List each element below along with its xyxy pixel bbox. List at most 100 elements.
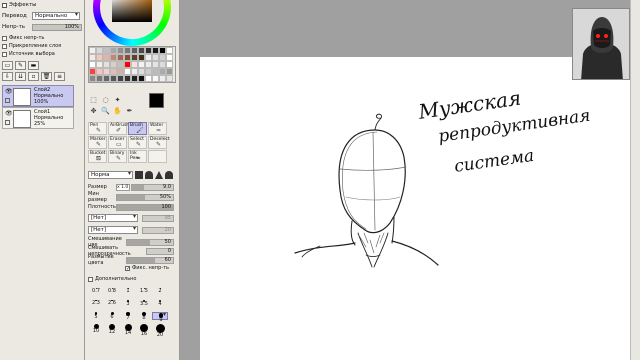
color-swatch[interactable] [103,75,110,82]
color-swatch[interactable] [159,54,166,61]
delete-layer-icon[interactable]: 🗑 [41,72,52,81]
brush-marker[interactable]: Marker ✎ [88,136,107,149]
opacity-slider[interactable]: 100% [32,23,82,31]
clear-layer-icon[interactable]: ▫ [28,72,39,81]
shape-square-icon[interactable] [135,171,143,179]
lock-icon[interactable] [5,98,10,103]
color-swatch[interactable] [117,61,124,68]
effects-header[interactable]: Эффекты [2,1,37,9]
magic-wand-icon[interactable]: ✦ [112,95,123,105]
color-swatch[interactable] [110,75,117,82]
layer-item[interactable]: 👁 Слой2 Нормально 100% [2,85,74,107]
brush-size-preset[interactable]: 1 [120,288,136,300]
color-swatch[interactable] [103,61,110,68]
brush-brush[interactable]: Brush 🖌 [128,122,147,135]
brush-bucket[interactable]: Bucket ⛾ [88,150,107,163]
texture2-select[interactable]: [Нет] [88,226,138,234]
color-swatch[interactable] [152,47,159,54]
brush-deselect[interactable]: Deselect ✎ [148,136,170,149]
min-size-slider[interactable]: 50% [116,193,174,201]
texture1-select[interactable]: [Нет] [88,214,138,222]
color-swatch[interactable] [131,75,138,82]
color-swatch[interactable] [159,75,166,82]
checkbox-icon[interactable] [2,51,7,57]
brush-size-preset[interactable]: 2.6 [104,300,120,312]
brush-binary[interactable]: Binary ✎ [108,150,127,163]
checkbox-icon[interactable] [2,35,7,41]
color-swatch[interactable] [138,54,145,61]
size-slider[interactable]: 9.0 [131,183,174,191]
color-swatch[interactable] [131,61,138,68]
move-icon[interactable]: ✥ [88,106,99,116]
color-swatch[interactable] [117,75,124,82]
color-swatch[interactable] [124,68,131,75]
color-swatch[interactable] [89,75,96,82]
color-swatch[interactable] [103,68,110,75]
advanced-toggle[interactable]: Дополнительно [88,276,136,282]
brush-size-preset[interactable]: 6 [104,312,120,324]
checkbox-icon[interactable] [2,43,7,49]
color-swatch[interactable] [124,75,131,82]
color-swatch[interactable] [117,54,124,61]
new-linework-icon[interactable]: ✎ [15,61,26,70]
brush-size-preset[interactable]: 0.7 [88,288,104,300]
color-swatch[interactable] [166,75,173,82]
color-swatch[interactable] [166,54,173,61]
brush-pen[interactable]: Pen ✎ [88,122,107,135]
brush-airbrush[interactable]: AirBrush ✐ [108,122,129,135]
blur-slider[interactable]: 60 [126,256,174,264]
color-swatch[interactable] [159,68,166,75]
color-swatch[interactable] [145,54,152,61]
dilute-slider[interactable]: 0 [146,247,174,255]
brush-mode-select[interactable]: Норма [88,171,133,179]
color-swatch[interactable] [96,75,103,82]
color-swatch[interactable] [145,47,152,54]
brush-size-preset[interactable]: 14 [120,324,136,336]
new-layer-icon[interactable]: ▭ [2,61,13,70]
eyedropper-icon[interactable]: ✒ [124,106,135,116]
eye-icon[interactable]: 👁 [5,88,13,95]
color-swatch[interactable] [138,61,145,68]
brush-water[interactable]: Water ≈ [148,122,167,135]
clip-layer-checkbox[interactable]: Прикрепление слоя [2,42,61,50]
color-swatch[interactable] [152,54,159,61]
lasso-icon[interactable]: ◌ [100,95,111,105]
color-swatch[interactable] [117,68,124,75]
color-swatch[interactable] [152,61,159,68]
brush-size-preset[interactable]: 2.3 [88,300,104,312]
fix-opacity-checkbox[interactable]: Фикс непр-ть [2,34,44,42]
right-scrollbar[interactable] [630,0,640,360]
brush-size-preset[interactable]: 7 [120,312,136,324]
color-swatch[interactable] [152,75,159,82]
brush-size-preset[interactable]: 8 [136,312,152,324]
color-swatch[interactable] [89,54,96,61]
brush-size-preset[interactable]: 3.5 [136,300,152,312]
color-swatch[interactable] [110,68,117,75]
brush-size-preset[interactable]: 20 [152,324,168,338]
texture1-strength[interactable]: 95 [142,214,174,222]
color-swatch[interactable] [103,54,110,61]
brush-size-preset[interactable]: 1.5 [136,288,152,300]
selection-rect-icon[interactable]: ⬚ [88,95,99,105]
color-swatch[interactable] [145,75,152,82]
color-swatch[interactable] [110,54,117,61]
expand-icon[interactable] [2,2,7,8]
shape-triangle-icon[interactable] [155,171,163,179]
brush-size-preset[interactable]: 2 [152,288,168,300]
color-swatch[interactable] [110,61,117,68]
selection-source-checkbox[interactable]: Источник выбора [2,50,55,58]
color-swatch[interactable] [124,47,131,54]
hand-icon[interactable]: ✋ [112,106,123,116]
color-swatch[interactable] [138,75,145,82]
zoom-icon[interactable]: 🔍 [100,106,111,116]
color-swatch[interactable] [145,68,152,75]
color-swatch[interactable] [89,61,96,68]
density-slider[interactable]: 100 [116,203,174,211]
checkmark-icon[interactable]: ✓ [125,265,130,271]
color-swatch[interactable] [138,47,145,54]
color-swatch[interactable] [159,61,166,68]
color-swatch[interactable] [117,47,124,54]
color-swatches[interactable] [88,46,176,83]
brush-size-preset[interactable]: 5 [88,312,104,324]
brush-size-preset[interactable]: 12 [104,324,120,336]
